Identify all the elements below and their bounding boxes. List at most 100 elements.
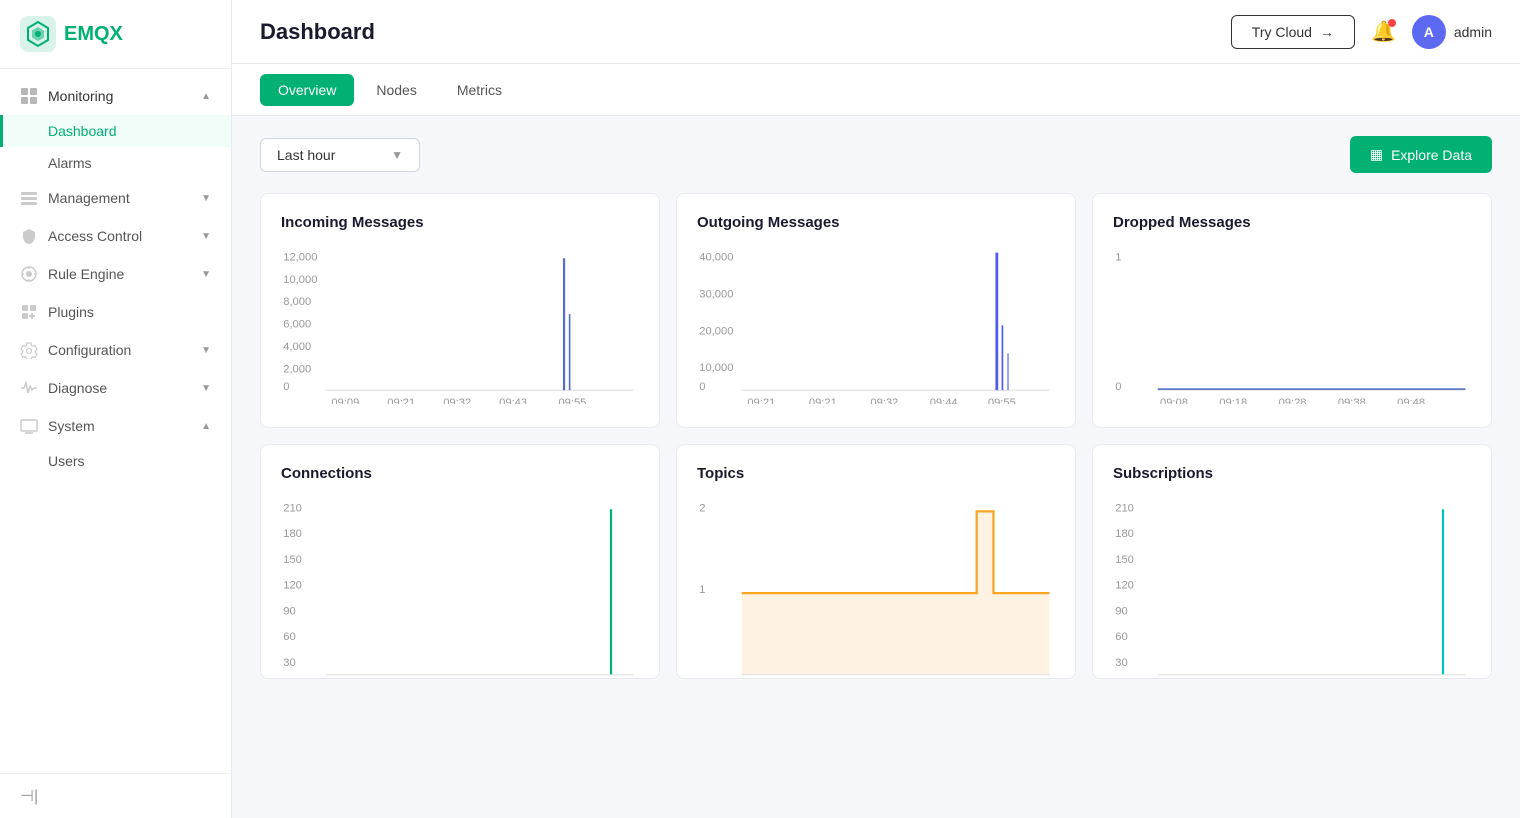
nav-item-diagnose[interactable]: Diagnose ▼	[0, 369, 231, 407]
svg-text:2: 2	[699, 502, 705, 514]
svg-text:09:08: 09:08	[1160, 397, 1188, 404]
monitoring-icon	[20, 87, 38, 105]
chart-area-incoming: 12,000 10,000 8,000 6,000 4,000 2,000 0	[281, 247, 639, 407]
chevron-system: ▲	[201, 421, 211, 432]
svg-text:180: 180	[1115, 528, 1134, 540]
nav-label-configuration: Configuration	[48, 342, 131, 358]
nav-item-management[interactable]: Management ▼	[0, 179, 231, 217]
nav-sub-users[interactable]: Users	[0, 445, 231, 477]
nav-item-plugins[interactable]: Plugins	[0, 293, 231, 331]
nav-label-access-control: Access Control	[48, 228, 142, 244]
emqx-logo-icon	[20, 16, 56, 52]
svg-text:2,000: 2,000	[283, 363, 311, 375]
try-cloud-button[interactable]: Try Cloud →	[1231, 15, 1355, 49]
nav-label-monitoring: Monitoring	[48, 88, 113, 104]
page-title: Dashboard	[260, 19, 375, 45]
svg-text:30: 30	[1115, 657, 1127, 669]
svg-text:60: 60	[1115, 631, 1127, 643]
svg-text:10,000: 10,000	[699, 362, 733, 374]
svg-text:0: 0	[283, 381, 289, 393]
time-select-dropdown[interactable]: Last hour ▼	[260, 138, 420, 172]
notifications-button[interactable]: 🔔	[1371, 19, 1396, 44]
nav-label-rule-engine: Rule Engine	[48, 266, 124, 282]
svg-text:150: 150	[1115, 554, 1134, 566]
explore-data-label: Explore Data	[1391, 147, 1472, 163]
chart-topics: Topics 2 1	[676, 444, 1076, 679]
system-icon	[20, 417, 38, 435]
chart-title-incoming: Incoming Messages	[281, 214, 639, 231]
chart-area-connections: 210 180 150 120 90 60 30	[281, 498, 639, 658]
avatar: A	[1412, 15, 1446, 49]
rule-engine-icon	[20, 265, 38, 283]
svg-text:09:21: 09:21	[387, 397, 415, 404]
svg-text:09:09: 09:09	[331, 397, 359, 404]
chevron-access-control: ▼	[201, 231, 211, 242]
chart-incoming-messages: Incoming Messages 12,000 10,000 8,000 6,…	[260, 193, 660, 428]
chart-svg-dropped: 1 0 09:08 09:18 09:28 09:38 09:48	[1113, 247, 1471, 404]
chart-svg-connections: 210 180 150 120 90 60 30	[281, 498, 639, 677]
header-actions: Try Cloud → 🔔 A admin	[1231, 15, 1492, 49]
management-icon	[20, 189, 38, 207]
svg-text:12,000: 12,000	[283, 251, 317, 263]
plugins-icon	[20, 303, 38, 321]
nav-item-rule-engine[interactable]: Rule Engine ▼	[0, 255, 231, 293]
sidebar-collapse[interactable]: ⊣|	[0, 773, 231, 818]
nav-item-access-control[interactable]: Access Control ▼	[0, 217, 231, 255]
svg-text:09:55: 09:55	[988, 397, 1016, 404]
chart-title-subscriptions: Subscriptions	[1113, 465, 1471, 482]
notification-dot	[1388, 19, 1396, 27]
svg-text:210: 210	[283, 502, 302, 514]
svg-text:09:21: 09:21	[747, 397, 775, 404]
svg-text:09:44: 09:44	[930, 397, 958, 404]
chart-svg-outgoing: 40,000 30,000 20,000 10,000 0	[697, 247, 1055, 404]
header: Dashboard Try Cloud → 🔔 A admin	[232, 0, 1520, 64]
svg-text:0: 0	[699, 381, 705, 393]
chart-svg-topics: 2 1	[697, 498, 1055, 677]
tab-overview[interactable]: Overview	[260, 74, 354, 106]
svg-text:09:18: 09:18	[1219, 397, 1247, 404]
nav-item-system[interactable]: System ▲	[0, 407, 231, 445]
access-control-icon	[20, 227, 38, 245]
tab-nodes[interactable]: Nodes	[358, 74, 434, 106]
svg-text:09:21: 09:21	[809, 397, 837, 404]
arrow-right-icon: →	[1320, 24, 1334, 40]
chart-area-dropped: 1 0 09:08 09:18 09:28 09:38 09:48	[1113, 247, 1471, 407]
svg-text:30,000: 30,000	[699, 288, 733, 300]
nav-item-monitoring[interactable]: Monitoring ▲	[0, 77, 231, 115]
svg-text:1: 1	[1115, 251, 1121, 263]
toolbar-row: Last hour ▼ ▦ Explore Data	[260, 136, 1492, 173]
svg-text:1: 1	[699, 584, 705, 596]
explore-data-button[interactable]: ▦ Explore Data	[1350, 136, 1492, 173]
nav-sub-alarms[interactable]: Alarms	[0, 147, 231, 179]
chevron-diagnose: ▼	[201, 383, 211, 394]
svg-text:180: 180	[283, 528, 302, 540]
chart-area-topics: 2 1	[697, 498, 1055, 658]
collapse-icon: ⊣|	[20, 788, 38, 805]
sidebar-nav: Monitoring ▲ Dashboard Alarms Management…	[0, 69, 231, 773]
svg-text:09:38: 09:38	[1338, 397, 1366, 404]
svg-text:8,000: 8,000	[283, 296, 311, 308]
chevron-management: ▼	[201, 193, 211, 204]
charts-row-1: Incoming Messages 12,000 10,000 8,000 6,…	[260, 193, 1492, 428]
user-info: A admin	[1412, 15, 1492, 49]
svg-text:20,000: 20,000	[699, 325, 733, 337]
nav-sub-dashboard[interactable]: Dashboard	[0, 115, 231, 147]
svg-text:09:55: 09:55	[558, 397, 586, 404]
nav-item-configuration[interactable]: Configuration ▼	[0, 331, 231, 369]
svg-text:09:28: 09:28	[1279, 397, 1307, 404]
diagnose-icon	[20, 379, 38, 397]
svg-text:09:32: 09:32	[870, 397, 898, 404]
tab-metrics[interactable]: Metrics	[439, 74, 520, 106]
svg-text:10,000: 10,000	[283, 274, 317, 286]
tabs-bar: Overview Nodes Metrics	[232, 64, 1520, 116]
svg-text:30: 30	[283, 657, 295, 669]
chart-title-connections: Connections	[281, 465, 639, 482]
nav-label-management: Management	[48, 190, 130, 206]
nav-label-system: System	[48, 418, 95, 434]
configuration-icon	[20, 341, 38, 359]
svg-text:150: 150	[283, 554, 302, 566]
chart-connections: Connections 210 180 150 120 90 60 30	[260, 444, 660, 679]
svg-text:09:32: 09:32	[443, 397, 471, 404]
chart-title-topics: Topics	[697, 465, 1055, 482]
chart-title-dropped: Dropped Messages	[1113, 214, 1471, 231]
